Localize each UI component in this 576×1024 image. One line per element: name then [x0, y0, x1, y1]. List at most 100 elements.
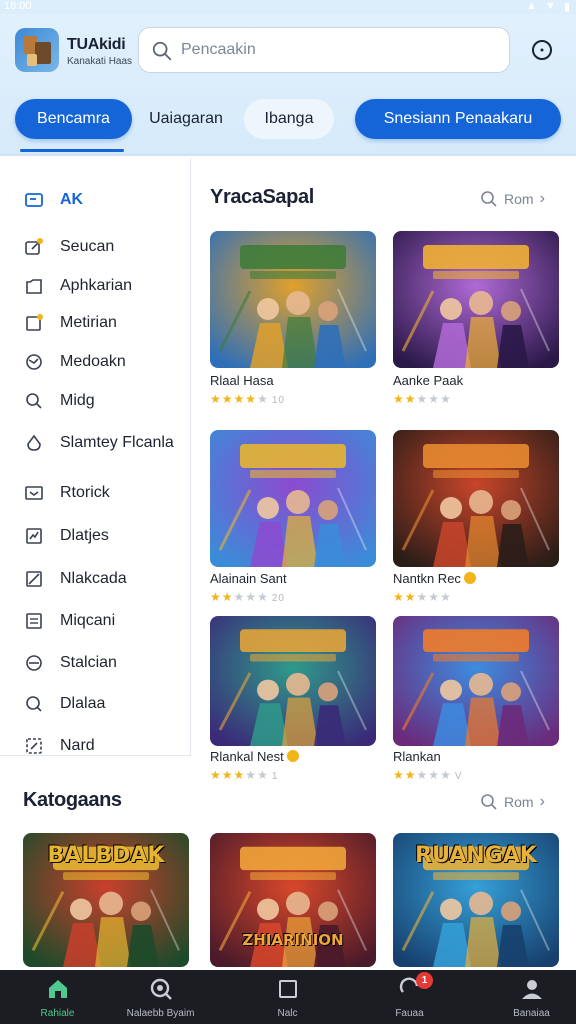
- sidebar-item-slamtey-flcanla[interactable]: Slamtey Flcanla: [0, 426, 191, 460]
- signal-icon: ▲: [526, 0, 538, 12]
- nav-item-home[interactable]: Rahiale: [0, 970, 115, 1024]
- section-title-popular: YracaSapal: [210, 186, 314, 208]
- star-icon: ★: [245, 590, 258, 604]
- nav-label: Fauaa: [395, 1008, 424, 1019]
- square-icon: [279, 980, 297, 998]
- star-icon: ★: [245, 768, 258, 782]
- nav-label: Rahiale: [40, 1008, 75, 1019]
- see-more-label: Rom: [504, 794, 534, 810]
- search-icon: [481, 794, 497, 810]
- star-icon: ★: [233, 768, 246, 782]
- game-artwork: [393, 430, 559, 567]
- star-rating: ★★★★★: [393, 590, 455, 604]
- sidebar-item-label: Medoakn: [60, 353, 126, 370]
- tab-ibanga[interactable]: Ibanga: [244, 99, 334, 139]
- star-icon: ★: [210, 768, 222, 782]
- star-icon: ★: [440, 590, 452, 604]
- game-thumbnail[interactable]: [210, 430, 376, 567]
- see-more-categories[interactable]: Rom ›: [480, 793, 545, 811]
- sidebar-item-stalcian[interactable]: Stalcian: [0, 646, 191, 680]
- category-thumbnail[interactable]: BALBDAK: [23, 833, 189, 967]
- star-icon: ★: [221, 768, 234, 782]
- sidebar-item-label: Midg: [60, 392, 95, 409]
- wifi-icon: ▼: [545, 0, 556, 12]
- tab-bencamra[interactable]: Bencamra: [15, 99, 132, 139]
- tab-snesiann-penaakaru[interactable]: Snesiann Penaakaru: [355, 99, 561, 139]
- grid-icon: [26, 738, 42, 754]
- coin-icon: [286, 750, 299, 762]
- star-icon: ★: [428, 590, 441, 604]
- game-name: Alainain Sant: [210, 571, 287, 586]
- game-thumbnail[interactable]: [393, 231, 559, 368]
- star-icon: ★: [221, 590, 234, 604]
- notification-badge: 1: [416, 972, 433, 989]
- game-artwork: [210, 231, 376, 368]
- search-icon: [481, 191, 497, 207]
- game-thumbnail[interactable]: [210, 616, 376, 746]
- star-icon: ★: [416, 392, 429, 406]
- sidebar-item-label: AK: [60, 191, 84, 208]
- nav-item-square[interactable]: Nalc: [230, 970, 345, 1024]
- bottom-navigation: Rahiale Nalaebb Byaim Nalc 1 Fauaa Banai…: [0, 970, 576, 1024]
- sidebar: AK Seucan Aphkarian Metirian Medoakn Mid…: [0, 158, 191, 756]
- sidebar-item-seucan[interactable]: Seucan: [0, 230, 191, 264]
- tab-uaiagaran[interactable]: Uaiagaran: [138, 99, 234, 139]
- star-rating: ★★★★★ V: [393, 768, 463, 782]
- star-icon: ★: [416, 590, 429, 604]
- sidebar-item-metirian[interactable]: Metirian: [0, 306, 191, 340]
- nav-item-discover[interactable]: Nalaebb Byaim: [103, 970, 218, 1024]
- discover-icon: [150, 978, 172, 1000]
- active-tab-indicator: [20, 149, 124, 152]
- app-logo-icon[interactable]: [15, 28, 59, 72]
- mail-icon: [25, 486, 43, 500]
- star-icon: ★: [440, 392, 452, 406]
- sidebar-item-label: Nard: [60, 737, 95, 754]
- game-thumbnail[interactable]: [210, 231, 376, 368]
- game-artwork: [393, 231, 559, 368]
- sidebar-item-medoakn[interactable]: Medoakn: [0, 345, 191, 379]
- star-icon: ★: [393, 590, 405, 604]
- star-icon: ★: [404, 590, 417, 604]
- sidebar-item-nlakcada[interactable]: Nlakcada: [0, 562, 191, 596]
- star-icon: ★: [404, 768, 417, 782]
- home-icon: [49, 980, 67, 998]
- search-icon: [152, 41, 172, 61]
- search-input[interactable]: [181, 36, 491, 64]
- rating-text: 10: [271, 395, 285, 406]
- sidebar-item-nard[interactable]: Nard: [0, 729, 191, 763]
- sidebar-item-aphkarian[interactable]: Aphkarian: [0, 269, 191, 303]
- sidebar-item-ak[interactable]: AK: [0, 183, 191, 217]
- star-icon: ★: [393, 768, 405, 782]
- category-thumbnail[interactable]: RUANGAK: [393, 833, 559, 967]
- sidebar-item-label: Dlatjes: [60, 527, 109, 544]
- sidebar-item-miqcani[interactable]: Miqcani: [0, 604, 191, 638]
- sidebar-item-midg[interactable]: Midg: [0, 384, 191, 418]
- sidebar-item-rtorick[interactable]: Rtorick: [0, 476, 191, 510]
- star-icon: ★: [440, 768, 452, 782]
- search-box[interactable]: [138, 27, 510, 73]
- nav-item-updates[interactable]: 1 Fauaa: [352, 970, 467, 1024]
- sidebar-item-dlalaa[interactable]: Dlalaa: [0, 687, 191, 721]
- nav-label: Nalaebb Byaim: [126, 1008, 195, 1019]
- rating-text: 1: [271, 771, 279, 782]
- sidebar-item-dlatjes[interactable]: Dlatjes: [0, 519, 191, 553]
- sidebar-item-label: Metirian: [60, 314, 117, 331]
- search-icon: [26, 393, 42, 409]
- globe-icon: [26, 354, 42, 370]
- nav-item-profile[interactable]: Banaiaa: [474, 970, 576, 1024]
- rating-text: 20: [271, 593, 285, 604]
- game-thumbnail[interactable]: [393, 430, 559, 567]
- game-thumbnail[interactable]: [393, 616, 559, 746]
- chevron-right-icon: ›: [539, 190, 545, 207]
- see-more-label: Rom: [504, 191, 534, 207]
- see-more-popular[interactable]: Rom ›: [480, 190, 545, 208]
- category-thumbnail[interactable]: ZHIARINION: [210, 833, 376, 967]
- chevron-right-icon: ›: [539, 793, 545, 810]
- section-title-categories: Katogaans: [23, 789, 122, 811]
- category-title: BALBDAK: [47, 843, 165, 868]
- sidebar-item-label: Miqcani: [60, 612, 116, 629]
- star-icon: ★: [257, 768, 269, 782]
- settings-icon[interactable]: [530, 38, 554, 62]
- nav-label: Nalc: [277, 1008, 298, 1019]
- sidebar-item-label: Stalcian: [60, 654, 117, 671]
